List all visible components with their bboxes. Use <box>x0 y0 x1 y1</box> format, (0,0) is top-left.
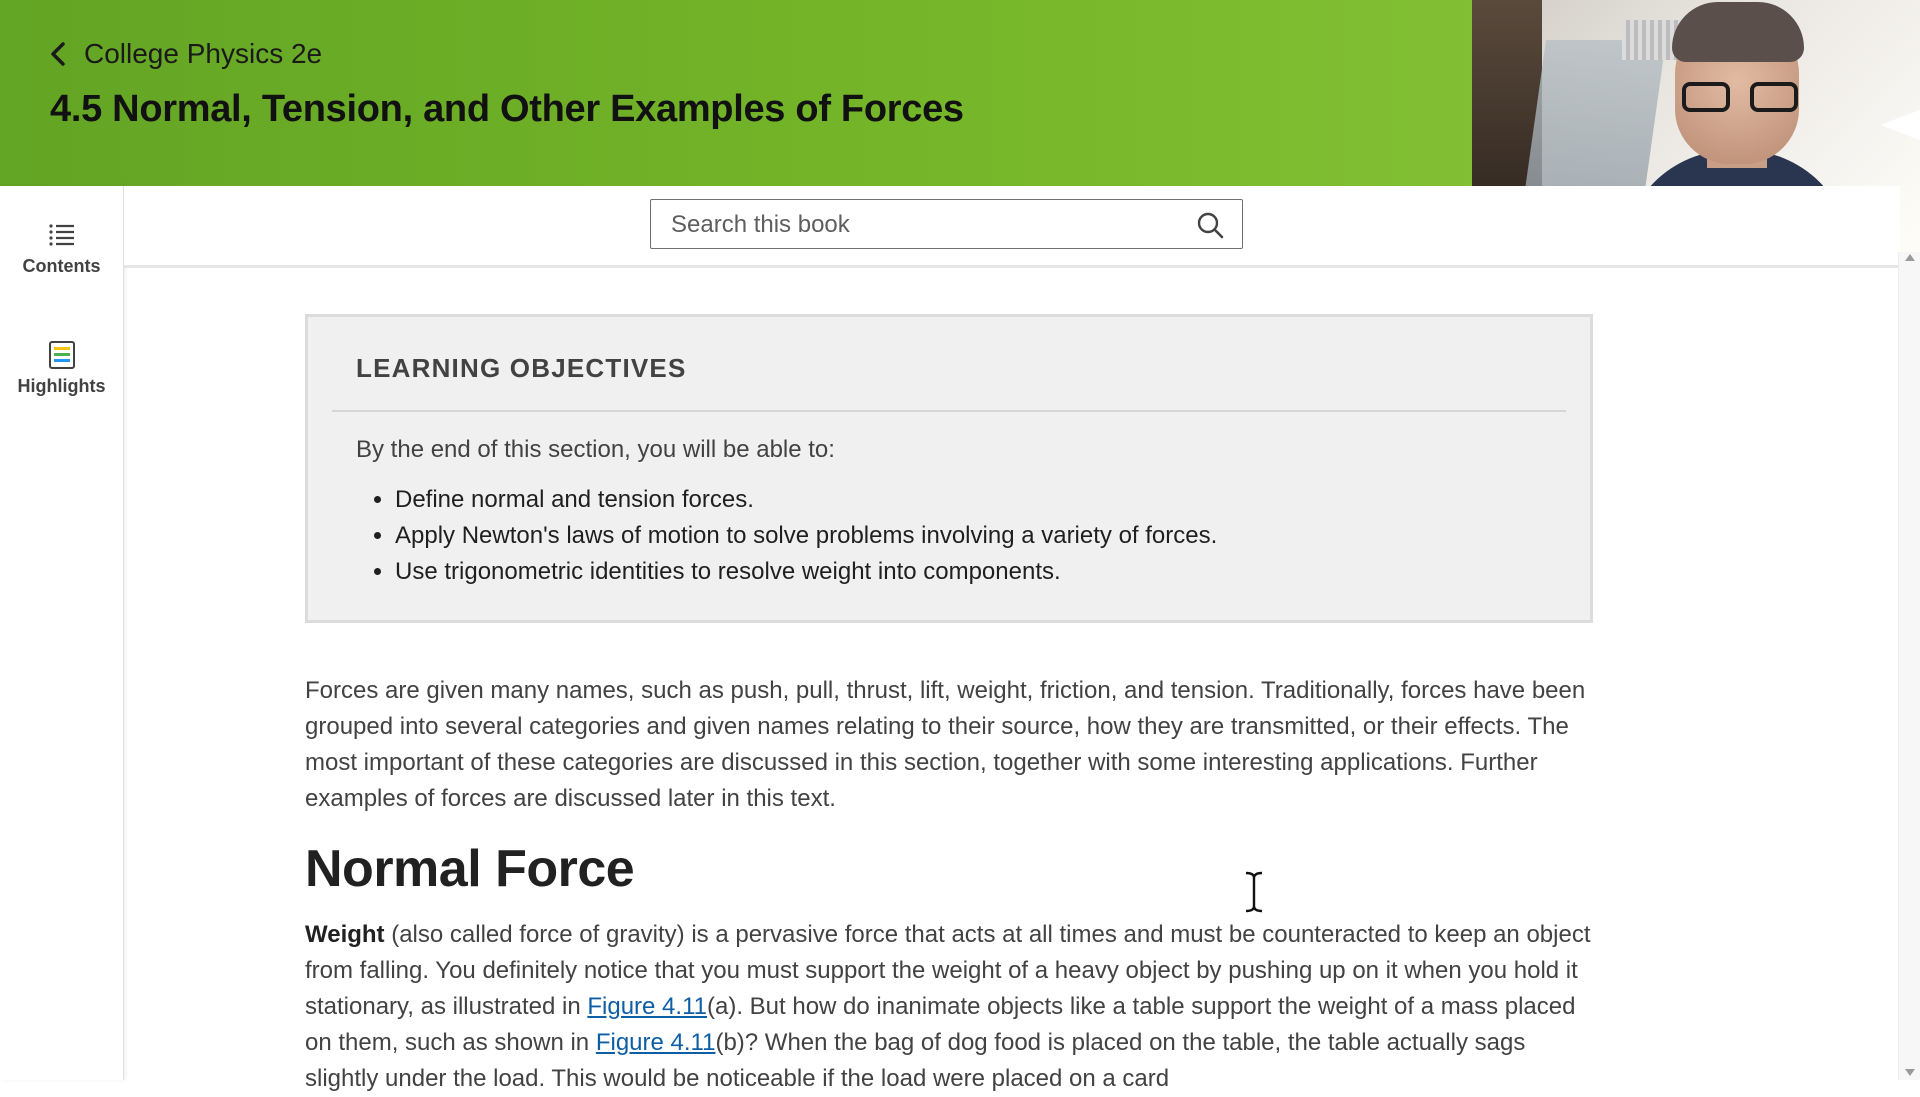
highlights-icon <box>48 341 75 369</box>
search-icon[interactable] <box>1196 211 1224 239</box>
objectives-list: Define normal and tension forces. Apply … <box>332 482 1566 590</box>
objectives-divider <box>332 410 1566 412</box>
webcam-light <box>1880 110 1920 140</box>
scroll-up-arrow-icon[interactable] <box>1905 254 1915 261</box>
contents-button[interactable]: Contents <box>0 220 123 277</box>
contents-label: Contents <box>22 256 101 276</box>
objective-item: Use trigonometric identities to resolve … <box>395 554 1566 590</box>
intro-paragraph: Forces are given many names, such as pus… <box>305 677 1586 812</box>
objective-item: Apply Newton's laws of motion to solve p… <box>395 518 1566 554</box>
text-cursor-icon <box>1243 870 1265 914</box>
highlights-label: Highlights <box>17 376 106 396</box>
learning-objectives-heading: LEARNING OBJECTIVES <box>356 353 687 383</box>
toolbar-sidebar: Contents Highlights <box>0 186 124 1080</box>
objective-item: Define normal and tension forces. <box>395 482 1566 518</box>
normal-force-paragraph: Weight (also called force of gravity) is… <box>305 917 1593 1097</box>
page-scrollbar[interactable] <box>1898 252 1920 1080</box>
figure-4-11-link-2[interactable]: Figure 4.11 <box>596 1029 716 1056</box>
search-box <box>650 199 1243 250</box>
learning-objectives-box: LEARNING OBJECTIVES By the end of this s… <box>305 314 1593 623</box>
scroll-down-arrow-icon[interactable] <box>1905 1069 1915 1076</box>
back-to-book-link[interactable]: College Physics 2e <box>48 38 322 70</box>
search-input[interactable] <box>669 200 1173 250</box>
main-content: LEARNING OBJECTIVES By the end of this s… <box>305 314 1593 1097</box>
list-icon <box>48 224 74 246</box>
presenter-hair <box>1672 2 1804 62</box>
figure-4-11-link[interactable]: Figure 4.11 <box>587 993 707 1020</box>
search-bar-row <box>124 186 1900 268</box>
term-weight: Weight <box>305 921 385 948</box>
page-title: 4.5 Normal, Tension, and Other Examples … <box>50 88 964 130</box>
presenter-glasses <box>1682 82 1798 114</box>
objectives-intro: By the end of this section, you will be … <box>356 436 835 463</box>
highlights-button[interactable]: Highlights <box>0 340 123 397</box>
chevron-left-icon <box>51 42 65 66</box>
book-title: College Physics 2e <box>84 38 323 69</box>
section-heading-normal-force: Normal Force <box>305 840 635 898</box>
